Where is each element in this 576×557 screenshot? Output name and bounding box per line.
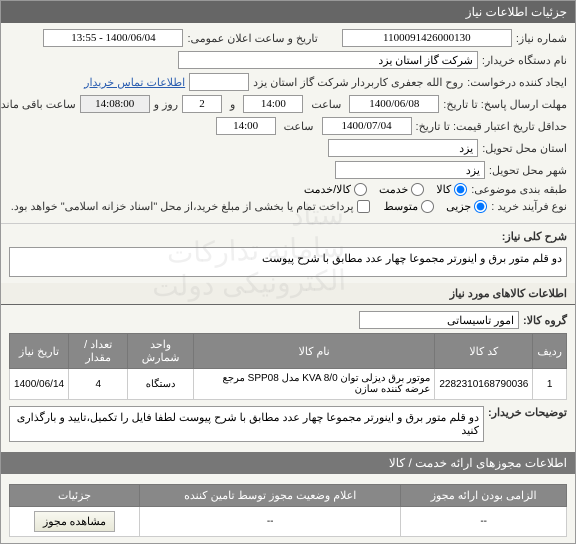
cat-khadamat-radio[interactable] xyxy=(411,183,424,196)
days-unit: روز و xyxy=(154,98,178,111)
public-dt-label: تاریخ و ساعت اعلان عمومی: xyxy=(187,32,317,45)
cat-kala[interactable]: کالا xyxy=(436,183,467,196)
col-idx: ردیف xyxy=(533,334,567,369)
time-label-1: ساعت xyxy=(311,98,341,111)
and-label: و xyxy=(230,98,235,111)
days-field[interactable] xyxy=(182,95,222,113)
lic-col-details: جزئیات xyxy=(10,485,140,507)
pt-jozi-radio[interactable] xyxy=(474,200,487,213)
pay-checkbox[interactable] xyxy=(357,200,370,213)
col-qty: تعداد / مقدار xyxy=(69,334,128,369)
lic-col-req: الزامی بودن ارائه مجوز xyxy=(401,485,567,507)
lic-col-status: اعلام وضعیت مجوز توسط تامین کننده xyxy=(140,485,401,507)
requester-extra[interactable] xyxy=(189,73,249,91)
city-deliver2[interactable] xyxy=(335,161,485,179)
col-date: تاریخ نیاز xyxy=(10,334,69,369)
group-label: گروه کالا: xyxy=(523,314,567,327)
purchase-type-label: نوع فرآیند خرید : xyxy=(491,200,567,213)
cat-kalakhadamat[interactable]: کالا/خدمت xyxy=(304,183,367,196)
pay-note-check[interactable]: پرداخت تمام یا بخشی از مبلغ خرید،از محل … xyxy=(11,200,370,213)
pt-motevaset-radio[interactable] xyxy=(421,200,434,213)
pt-jozi[interactable]: جزیی xyxy=(446,200,487,213)
cat-kala-radio[interactable] xyxy=(454,183,467,196)
license-row: -- -- مشاهده مجوز xyxy=(10,507,567,537)
minvalid-date[interactable] xyxy=(322,117,412,135)
buyer-notes-text: دو قلم متور برق و اینورتر مجموعا چهار عد… xyxy=(9,406,484,442)
deadline-label: مهلت ارسال پاسخ: تا تاریخ: xyxy=(443,98,567,111)
summary-text: دو قلم متور برق و اینورتر مجموعا چهار عد… xyxy=(9,247,567,277)
city-deliver2-label: شهر محل تحویل: xyxy=(489,164,567,177)
need-no-field[interactable] xyxy=(342,29,512,47)
summary-label: شرح کلی نیاز: xyxy=(502,230,567,243)
pt-motevaset[interactable]: متوسط xyxy=(384,200,435,213)
minvalid-time[interactable] xyxy=(216,117,276,135)
public-dt-field[interactable] xyxy=(43,29,183,47)
city-deliver-label: استان محل تحویل: xyxy=(482,142,567,155)
table-row[interactable]: 1 2282310168790036 موتور برق دیزلی توان … xyxy=(10,369,567,400)
remaining-time xyxy=(80,95,150,113)
deadline-date[interactable] xyxy=(349,95,439,113)
city-deliver[interactable] xyxy=(328,139,478,157)
buyer-notes-label: توضیحات خریدار: xyxy=(488,406,567,419)
category-label: طبقه بندی موضوعی: xyxy=(471,183,567,196)
remaining-label: ساعت باقی مانده xyxy=(0,98,76,111)
contact-link[interactable]: اطلاعات تماس خریدار xyxy=(84,76,185,89)
group-field[interactable] xyxy=(359,311,519,329)
time-label-2: ساعت xyxy=(284,120,314,133)
cat-khadamat[interactable]: خدمت xyxy=(379,183,424,196)
cat-kk-radio[interactable] xyxy=(354,183,367,196)
license-table: الزامی بودن ارائه مجوز اعلام وضعیت مجوز … xyxy=(9,484,567,537)
buyer-org-label: نام دستگاه خریدار: xyxy=(482,54,567,67)
view-license-button[interactable]: مشاهده مجوز xyxy=(34,511,115,532)
bottom-title: اطلاعات مجوزهای ارائه خدمت / کالا xyxy=(1,452,575,474)
requester-value: روح الله جعفری کاربردار شرکت گاز استان ی… xyxy=(253,76,463,89)
minvalid-label: حداقل تاریخ اعتبار قیمت: تا تاریخ: xyxy=(416,120,567,133)
col-name: نام کالا xyxy=(193,334,434,369)
col-unit: واحد شمارش xyxy=(128,334,194,369)
goods-table: ردیف کد کالا نام کالا واحد شمارش تعداد /… xyxy=(9,333,567,400)
need-no-label: شماره نیاز: xyxy=(516,32,567,45)
col-code: کد کالا xyxy=(435,334,533,369)
deadline-time[interactable] xyxy=(243,95,303,113)
goods-header: اطلاعات کالاهای مورد نیاز xyxy=(1,283,575,305)
requester-label: ایجاد کننده درخواست: xyxy=(467,76,567,89)
buyer-org-field[interactable] xyxy=(178,51,478,69)
page-title: جزئیات اطلاعات نیاز xyxy=(1,1,575,23)
